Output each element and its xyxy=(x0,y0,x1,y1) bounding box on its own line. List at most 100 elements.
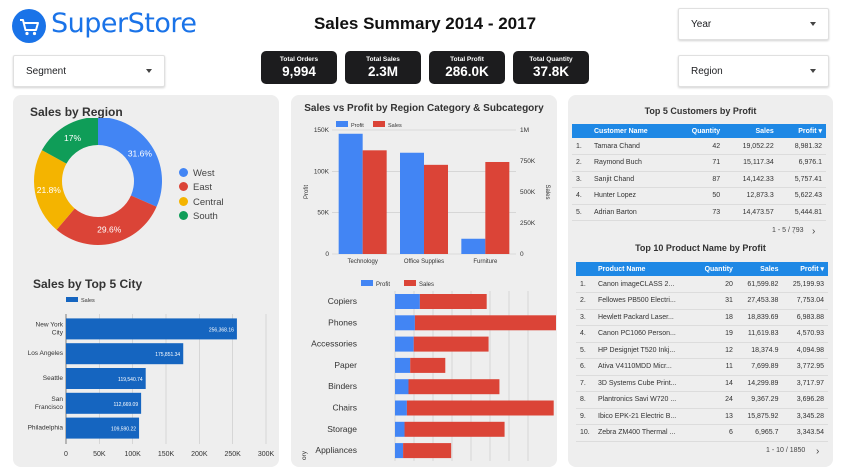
table-row[interactable]: 7. 3D Systems Cube Print... 14 14,299.89 3,7… xyxy=(576,375,828,392)
table-row[interactable]: 5. HP Designjet T520 Inkj... 12 18,374.9 4,0… xyxy=(576,342,828,359)
table-row[interactable]: 1. Tamara Chand 42 19,052.22 8,981.32 xyxy=(572,138,826,155)
column-header[interactable]: Customer Name xyxy=(590,124,675,138)
table-row[interactable]: 2. Fellowes PB500 Electri... 31 27,453.38 7,… xyxy=(576,292,828,310)
table-row[interactable]: 3. Sanjit Chand 87 14,142.33 5,757.41 xyxy=(572,171,826,188)
bar-sales[interactable] xyxy=(362,150,387,254)
bar-sales[interactable] xyxy=(408,379,500,395)
x-tick-label: 150K xyxy=(158,451,175,458)
bar-profit[interactable] xyxy=(395,421,405,437)
y-tick-label: Storage xyxy=(327,424,357,434)
table-row[interactable]: 4. Hunter Lopez 50 12,873.3 5,622.43 xyxy=(572,187,826,205)
table-cell: Zebra ZM400 Thermal ... xyxy=(594,424,695,442)
table-cell: 14,142.33 xyxy=(724,171,778,188)
column-header[interactable]: Product Name xyxy=(594,262,695,276)
table-cell: 18 xyxy=(694,309,737,326)
bar-profit[interactable] xyxy=(461,238,486,254)
legend-west: West xyxy=(179,168,214,179)
year-filter-label: Year xyxy=(691,19,712,30)
table-cell: Plantronics Savi W720 ... xyxy=(594,391,695,409)
year-filter-dropdown[interactable]: Year xyxy=(678,8,829,40)
table-cell: 4,094.98 xyxy=(782,342,828,359)
kpi-value: 9,994 xyxy=(282,64,316,79)
table-row[interactable]: 8. Plantronics Savi W720 ... 24 9,367.29 3,6… xyxy=(576,391,828,409)
bar-sales[interactable] xyxy=(424,164,448,254)
segment-filter-dropdown[interactable]: Segment xyxy=(13,55,165,87)
x-tick-label: Technology xyxy=(347,259,377,265)
bar-value-label: 119,540.74 xyxy=(118,377,143,383)
chevron-down-icon xyxy=(810,69,816,73)
top-products-table: Product Name Quantity Sales Profit ▾ 1. C… xyxy=(576,262,828,442)
bar-profit[interactable] xyxy=(338,133,363,254)
table-cell: 14,473.57 xyxy=(724,204,778,221)
bar-profit[interactable] xyxy=(395,336,414,352)
legend-label: Central xyxy=(193,197,224,208)
table-cell: 2. xyxy=(576,292,594,310)
bar-sales[interactable] xyxy=(410,357,446,373)
column-header-sorted[interactable]: Profit ▾ xyxy=(782,262,828,276)
y-tick-label: 50K xyxy=(317,210,329,217)
y-tick-label: Seattle xyxy=(43,375,64,382)
column-header[interactable]: Quantity xyxy=(674,124,725,138)
table-cell: 87 xyxy=(674,171,725,188)
bar-sales[interactable] xyxy=(485,161,510,254)
y2-axis-title: Sales xyxy=(544,184,550,199)
table-cell: 3,696.28 xyxy=(782,391,828,409)
pie-slice-label: 21.8% xyxy=(37,185,62,195)
region-filter-dropdown[interactable]: Region xyxy=(678,55,829,87)
bar-sales[interactable] xyxy=(419,294,487,309)
table-cell: 4,570.93 xyxy=(782,325,828,343)
table-cell: 5. xyxy=(572,204,590,221)
y-tick-label: 150K xyxy=(314,127,330,134)
y-tick-label: 0 xyxy=(325,251,329,258)
pie-slice-west[interactable] xyxy=(98,118,162,207)
kpi-value: 37.8K xyxy=(532,64,570,79)
legend-swatch xyxy=(66,297,78,302)
table-row[interactable]: 5. Adrian Barton 73 14,473.57 5,444.81 xyxy=(572,204,826,221)
page-title: Sales Summary 2014 - 2017 xyxy=(313,14,537,33)
bar-sales[interactable] xyxy=(413,336,489,352)
bar-profit[interactable] xyxy=(395,357,411,373)
bar-sales[interactable] xyxy=(403,443,452,459)
table-row[interactable]: 3. Hewlett Packard Laser... 18 18,839.69 6,9… xyxy=(576,309,828,326)
table-cell: Sanjit Chand xyxy=(590,171,675,188)
table-cell: 10. xyxy=(576,424,594,442)
table-row[interactable]: 6. Ativa V4110MDD Micr... 11 7,699.89 3,772.… xyxy=(576,358,828,376)
pager-next-icon[interactable]: › xyxy=(816,446,819,457)
table-cell: 11 xyxy=(694,358,737,376)
table-row[interactable]: 1. Canon imageCLASS 2... 20 61,599.82 25,199… xyxy=(576,276,828,293)
bar-profit[interactable] xyxy=(395,294,420,309)
table-row[interactable]: 9. Ibico EPK-21 Electric B... 13 15,875.92 3… xyxy=(576,408,828,425)
bar-profit[interactable] xyxy=(400,152,424,254)
column-header[interactable]: Quantity xyxy=(694,262,737,276)
legend-central: Central xyxy=(179,197,224,208)
bar-profit[interactable] xyxy=(395,400,407,416)
table-row[interactable]: 4. Canon PC1060 Person... 19 11,619.83 4,570… xyxy=(576,325,828,343)
table-cell: 3,717.97 xyxy=(782,375,828,392)
bar-profit[interactable] xyxy=(395,443,404,459)
legend-label: Profit xyxy=(376,282,390,288)
table-cell: 6,976.1 xyxy=(777,154,826,172)
table-row[interactable]: 10. Zebra ZM400 Thermal ... 6 6,965.7 3,343.… xyxy=(576,424,828,442)
column-header[interactable]: Sales xyxy=(724,124,778,138)
column-header-sorted[interactable]: Profit ▾ xyxy=(777,124,826,138)
legend-label: Profit xyxy=(351,123,364,129)
table-row[interactable]: 2. Raymond Buch 71 15,117.34 6,976.1 xyxy=(572,154,826,172)
pie-slice-east[interactable] xyxy=(56,195,157,245)
y-axis-title: ory xyxy=(301,450,308,460)
bar-profit[interactable] xyxy=(395,315,415,331)
pager-prev-icon[interactable]: ‹ xyxy=(792,226,795,237)
pager-range: 1 - 5 / 793 xyxy=(772,227,804,234)
column-header[interactable]: Sales xyxy=(736,262,783,276)
table-cell: 31 xyxy=(694,292,737,310)
kpi-label: Total Sales xyxy=(366,56,400,63)
table-cell: 14 xyxy=(694,375,737,392)
bar-sales[interactable] xyxy=(414,315,556,331)
bar-sales[interactable] xyxy=(406,400,554,416)
bar-value-label: 109,590.22 xyxy=(111,427,136,433)
bar-profit[interactable] xyxy=(395,379,409,395)
bar-sales[interactable] xyxy=(404,421,505,437)
y-tick-label: 100K xyxy=(314,168,330,175)
profit-sales-subcategory-chart: Profit Sales ory Copiers Phones Accessories Pa… xyxy=(301,280,556,461)
pager-next-icon[interactable]: › xyxy=(812,226,815,237)
column-header-label: Profit xyxy=(800,266,819,273)
